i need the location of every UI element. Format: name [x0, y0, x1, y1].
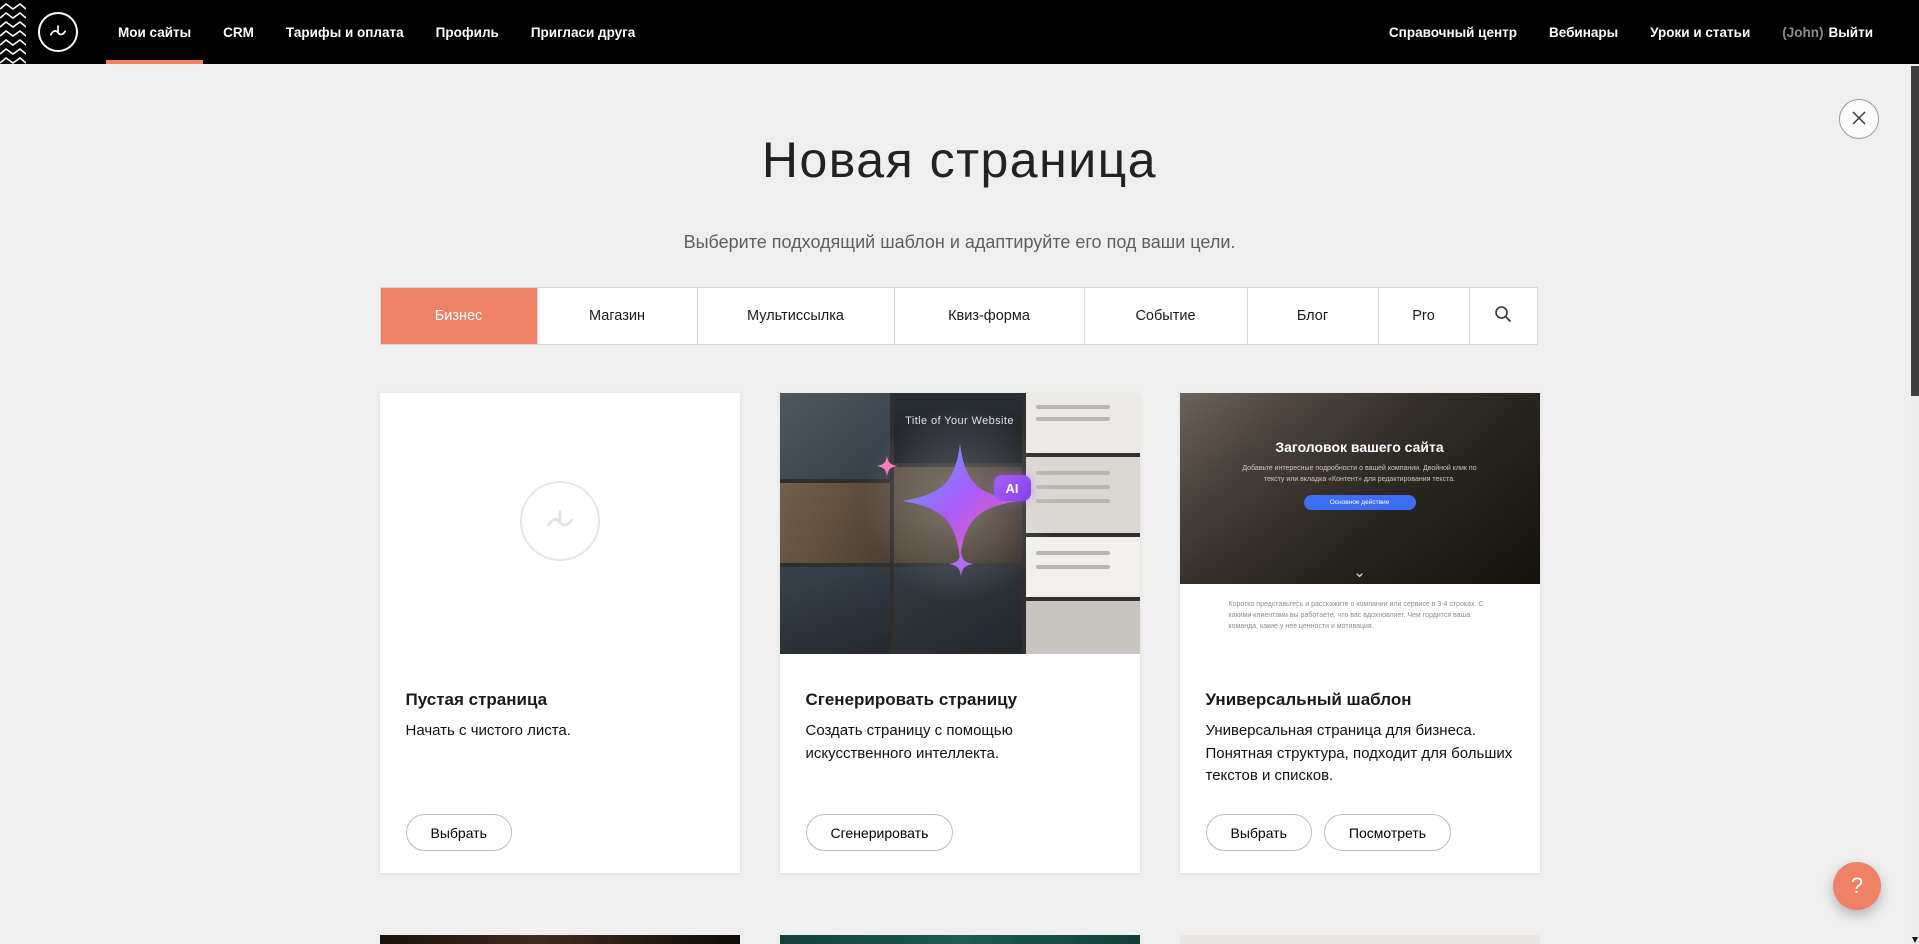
nav-logout[interactable]: (John) Выйти [1782, 0, 1873, 64]
zigzag-pattern [0, 0, 26, 64]
tilda-logo[interactable] [38, 12, 78, 52]
nav-my-sites[interactable]: Мои сайты [102, 0, 207, 64]
select-blank-button[interactable]: Выбрать [406, 814, 512, 851]
ai-badge: AI [994, 475, 1031, 501]
nav-crm[interactable]: CRM [207, 0, 270, 64]
page-title: Новая страница [380, 130, 1540, 190]
ai-preview: Title of Your Website AI [780, 393, 1140, 654]
tab-store[interactable]: Магазин [538, 288, 698, 344]
card-title: Сгенерировать страницу [806, 690, 1114, 710]
tab-blog[interactable]: Блог [1248, 288, 1379, 344]
card-description: Создать страницу с помощью искусственног… [806, 720, 1114, 765]
help-button[interactable]: ? [1833, 862, 1881, 910]
primary-nav: Мои сайты CRM Тарифы и оплата Профиль Пр… [102, 0, 651, 64]
nav-webinars[interactable]: Вебинары [1549, 0, 1618, 64]
scrollbar-down-arrow[interactable] [1912, 937, 1918, 943]
scrollbar[interactable] [1911, 64, 1919, 944]
template-category-tabs: Бизнес Магазин Мультиссылка Квиз-форма С… [380, 287, 1538, 345]
card-title: Универсальный шаблон [1206, 690, 1514, 710]
card-description: Универсальная страница для бизнеса. Поня… [1206, 720, 1514, 788]
tab-event[interactable]: Событие [1085, 288, 1248, 344]
logout-label: Выйти [1829, 25, 1874, 40]
template-card-universal: Заголовок вашего сайта Добавьте интересн… [1180, 393, 1540, 873]
chevron-down-icon: ⌄ [1180, 565, 1540, 580]
sparkle-star-icon [900, 441, 1020, 561]
nav-pricing[interactable]: Тарифы и оплата [270, 0, 420, 64]
nav-invite-friend[interactable]: Пригласи друга [515, 0, 651, 64]
card-title: Пустая страница [406, 690, 714, 710]
sparkle-star-small-icon [876, 455, 898, 477]
preview-caption: Title of Your Website [780, 415, 1140, 427]
template-card-partial[interactable] [1180, 935, 1540, 944]
new-page-dialog: Новая страница Выберите подходящий шабло… [380, 130, 1540, 944]
page-subtitle: Выберите подходящий шаблон и адаптируйте… [380, 232, 1540, 253]
preview-body: Коротко представьтесь и расскажите о ком… [1180, 599, 1540, 654]
universal-preview: Заголовок вашего сайта Добавьте интересн… [1180, 393, 1540, 654]
search-icon [1494, 305, 1512, 327]
preview-hero-title: Заголовок вашего сайта [1180, 393, 1540, 455]
template-card-blank: Пустая страница Начать с чистого листа. … [380, 393, 740, 873]
template-grid-row-1: Пустая страница Начать с чистого листа. … [380, 393, 1540, 873]
tab-multilink[interactable]: Мультиссылка [698, 288, 895, 344]
top-navigation: Мои сайты CRM Тарифы и оплата Профиль Пр… [0, 0, 1919, 64]
template-grid-row-2 [380, 935, 1540, 944]
template-card-partial[interactable] [380, 935, 740, 944]
secondary-nav: Справочный центр Вебинары Уроки и статьи… [1389, 0, 1873, 64]
tab-quiz-form[interactable]: Квиз-форма [895, 288, 1085, 344]
preview-body-text: Коротко представьтесь и расскажите о ком… [1229, 599, 1491, 633]
tab-pro[interactable]: Pro [1379, 288, 1470, 344]
nav-help-center[interactable]: Справочный центр [1389, 0, 1517, 64]
select-universal-button[interactable]: Выбрать [1206, 814, 1312, 851]
preview-hero-button: Основное действие [1304, 495, 1416, 510]
template-card-ai: Title of Your Website AI [780, 393, 1140, 873]
generate-button[interactable]: Сгенерировать [806, 814, 954, 851]
tilda-watermark-icon [520, 481, 600, 561]
close-button[interactable] [1839, 99, 1879, 139]
sparkle-star-small-icon [948, 551, 974, 577]
preview-hero: Заголовок вашего сайта Добавьте интересн… [1180, 393, 1540, 584]
nav-profile[interactable]: Профиль [420, 0, 515, 64]
template-card-partial[interactable] [780, 935, 1140, 944]
preview-hero-text: Добавьте интересные подробности о вашей … [1235, 463, 1485, 485]
tab-business[interactable]: Бизнес [381, 288, 538, 344]
preview-universal-button[interactable]: Посмотреть [1324, 814, 1451, 851]
search-tab[interactable] [1470, 288, 1537, 344]
scrollbar-thumb[interactable] [1911, 66, 1919, 396]
user-name: (John) [1782, 25, 1823, 40]
nav-lessons[interactable]: Уроки и статьи [1650, 0, 1750, 64]
blank-preview [380, 393, 740, 654]
card-description: Начать с чистого листа. [406, 720, 714, 743]
close-icon [1851, 110, 1867, 129]
